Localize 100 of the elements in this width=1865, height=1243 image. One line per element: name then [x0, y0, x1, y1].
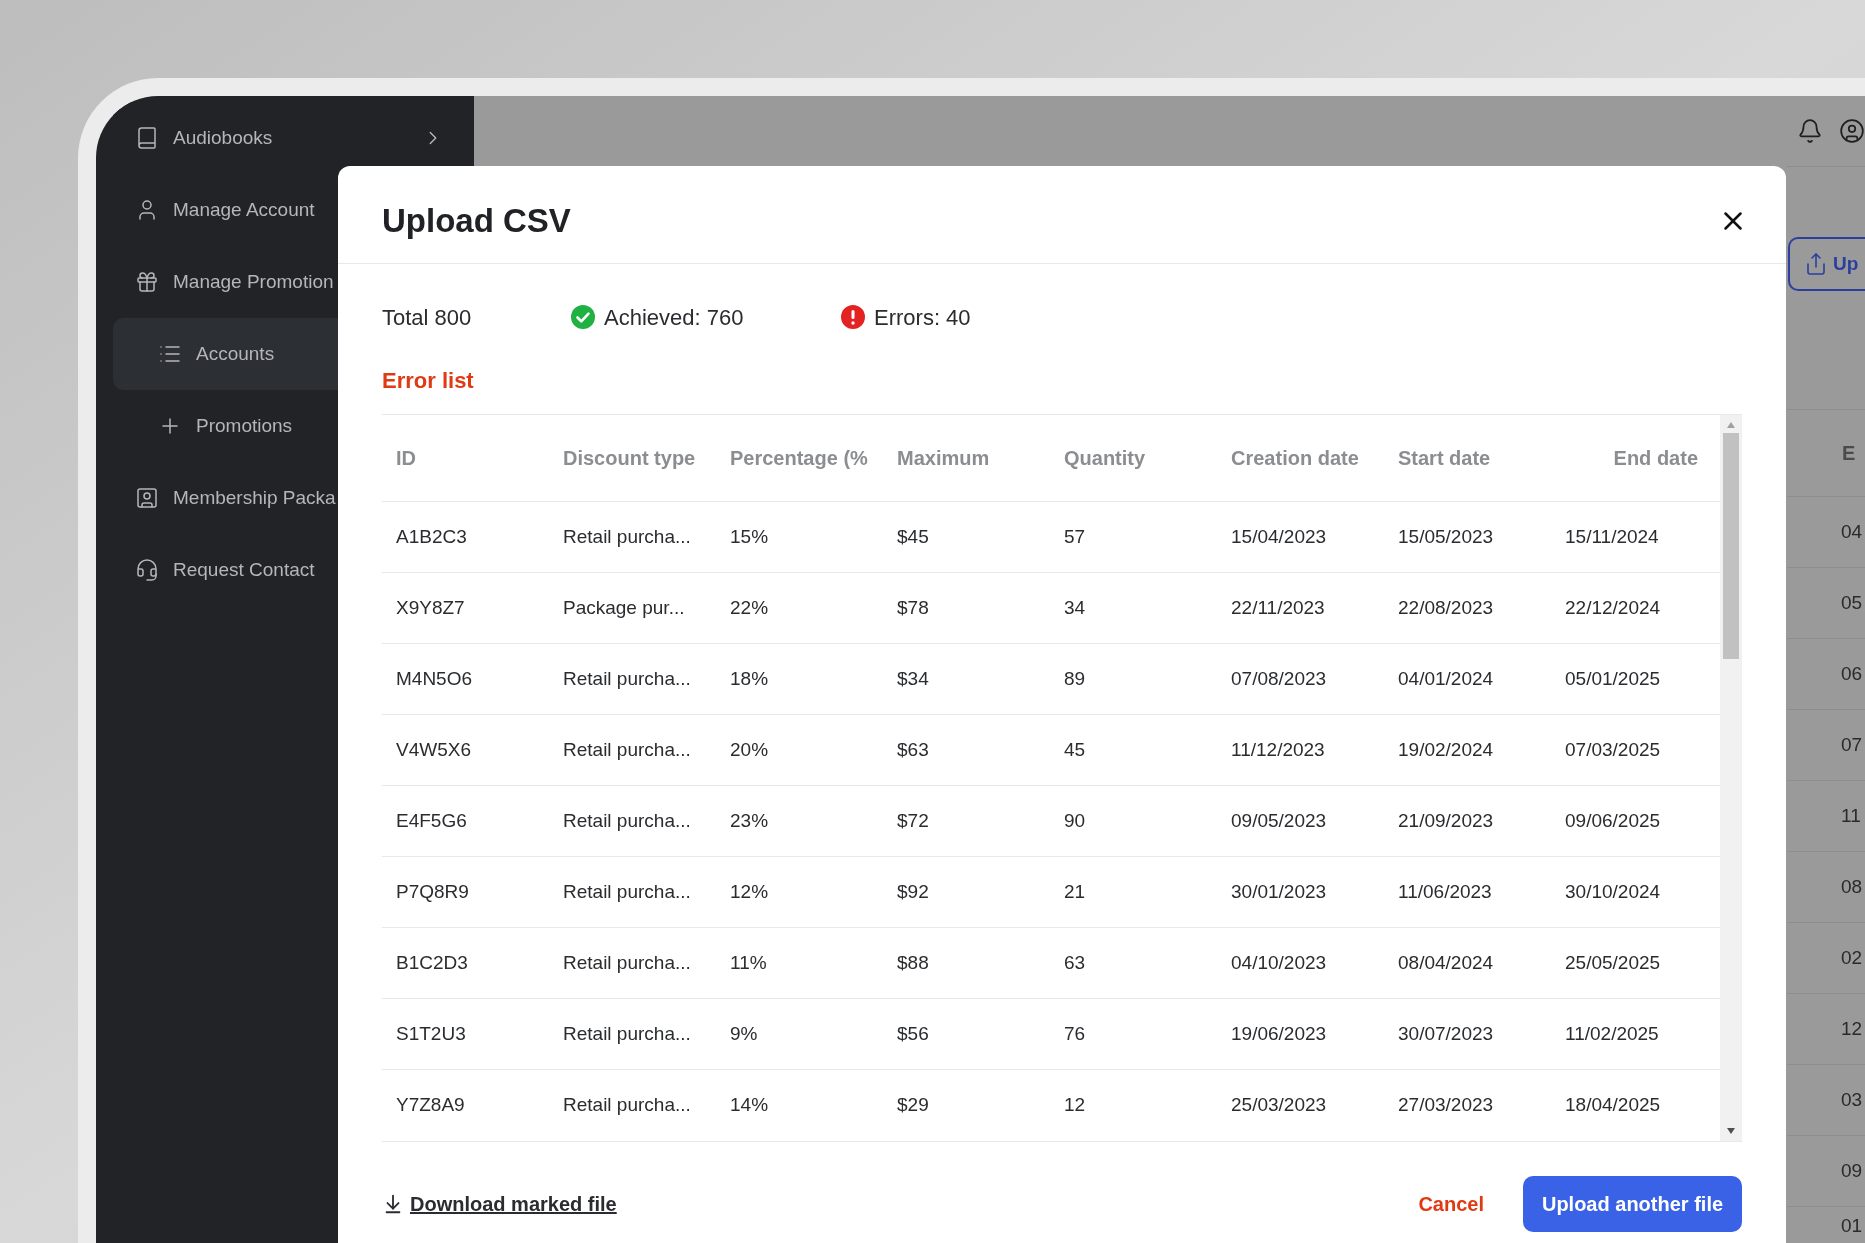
table-cell-text: $63: [896, 737, 930, 762]
table-cell-text: 18%: [729, 666, 770, 691]
table-cell-text: Retail purcha...: [562, 524, 692, 549]
table-cell-text: 07/03/2025: [1564, 737, 1662, 762]
table-cell-text: 19/02/2024: [1397, 737, 1495, 762]
table-cell-text: 21: [1063, 879, 1087, 904]
table-cell-text: 11/02/2025: [1564, 1021, 1660, 1046]
table-cell-text: 12%: [729, 879, 770, 904]
column-header: Discount type: [562, 446, 697, 471]
table-cell-text: 04/01/2024: [1397, 666, 1495, 691]
table-cell-text: Y7Z8A9: [395, 1093, 466, 1118]
column-header: Maximum: [896, 446, 991, 471]
table-cell-text: 9%: [729, 1021, 759, 1046]
table-cell-text: 09/05/2023: [1230, 808, 1328, 833]
table-cell-text: $72: [896, 808, 930, 833]
table-cell-text: 20%: [729, 737, 770, 762]
table-cell-text: 12: [1063, 1093, 1087, 1118]
table-cell-text: $29: [896, 1093, 930, 1118]
table-cell-text: Retail purcha...: [562, 808, 692, 833]
error-icon: [840, 304, 866, 330]
table-cell-text: $34: [896, 666, 930, 691]
table-cell-text: Retail purcha...: [562, 737, 692, 762]
table-cell-text: 57: [1063, 524, 1087, 549]
table-cell-text: 05/01/2025: [1564, 666, 1662, 691]
achieved-count: Achieved: 760: [604, 303, 744, 332]
table-cell-text: 08: [1841, 874, 1863, 899]
gift-icon: [135, 270, 159, 294]
table-cell-text: 25/03/2023: [1230, 1093, 1328, 1118]
upload-icon: [1804, 252, 1828, 276]
table-cell-text: 11/06/2023: [1397, 879, 1493, 904]
table-cell-text: 11: [1841, 803, 1861, 828]
table-cell-text: 90: [1063, 808, 1087, 833]
table-cell-text: 15/05/2023: [1397, 524, 1495, 549]
table-cell-text: 14%: [729, 1093, 770, 1118]
table-cell-text: 03: [1841, 1087, 1863, 1112]
table-cell-text: $45: [896, 524, 930, 549]
table-cell-text: 76: [1063, 1021, 1087, 1046]
scrollbar-thumb[interactable]: [1723, 433, 1739, 659]
table-cell-text: 06: [1841, 661, 1863, 686]
table-cell-text: 22/08/2023: [1397, 595, 1495, 620]
table-cell-text: E4F5G6: [395, 808, 468, 833]
table-cell-text: 21/09/2023: [1397, 808, 1495, 833]
table-cell-text: 25/05/2025: [1564, 950, 1662, 975]
table-cell-text: 11%: [729, 950, 768, 975]
column-header: Creation date: [1230, 446, 1360, 471]
table-cell-text: $92: [896, 879, 930, 904]
column-header: Start date: [1397, 446, 1492, 471]
table-cell-text: 09: [1841, 1158, 1863, 1183]
column-header: End date: [1612, 446, 1699, 471]
table-cell-text: P7Q8R9: [395, 879, 470, 904]
column-header: Percentage (%: [729, 446, 869, 471]
notification-bell-icon[interactable]: [1797, 118, 1823, 144]
table-cell-text: 22%: [729, 595, 770, 620]
download-link[interactable]: Download marked file: [382, 1189, 617, 1219]
table-cell-text: 15/04/2023: [1230, 524, 1328, 549]
table-cell-text: 22/12/2024: [1564, 595, 1662, 620]
upload-button[interactable]: Upload another file: [1523, 1176, 1742, 1232]
user-card-icon: [135, 486, 159, 510]
table-cell-text: 30/10/2024: [1564, 879, 1662, 904]
table-cell-text: 01: [1841, 1214, 1863, 1239]
table-cell-text: B1C2D3: [395, 950, 469, 975]
table-cell-text: Package pur...: [562, 595, 686, 620]
book-icon: [135, 126, 159, 150]
table-cell-text: Retail purcha...: [562, 879, 692, 904]
table-cell-text: Retail purcha...: [562, 950, 692, 975]
table-cell-text: 09/06/2025: [1564, 808, 1662, 833]
error-count: Errors: 40: [874, 303, 971, 332]
table-cell-text: Retail purcha...: [562, 666, 692, 691]
table-cell-text: 15%: [729, 524, 770, 549]
column-header: E: [1842, 441, 1856, 466]
table-cell-text: 22/11/2023: [1230, 595, 1326, 620]
table-cell-text: S1T2U3: [395, 1021, 467, 1046]
table-cell-text: 30/01/2023: [1230, 879, 1328, 904]
table-cell-text: 15/11/2024: [1564, 524, 1660, 549]
table-cell-text: 30/07/2023: [1397, 1021, 1495, 1046]
profile-icon[interactable]: [1839, 118, 1865, 144]
table-cell-text: $88: [896, 950, 930, 975]
table-cell-text: Retail purcha...: [562, 1093, 692, 1118]
scrollbar[interactable]: [1720, 415, 1742, 1141]
table-cell-text: 07/08/2023: [1230, 666, 1328, 691]
table-cell-text: $56: [896, 1021, 930, 1046]
table-cell-text: Retail purcha...: [562, 1021, 692, 1046]
table-cell-text: 23%: [729, 808, 770, 833]
table-cell-text: 89: [1063, 666, 1087, 691]
table-cell-text: 11/12/2023: [1230, 737, 1326, 762]
table-cell-text: V4W5X6: [395, 737, 472, 762]
table-cell-text: $78: [896, 595, 930, 620]
cancel-button[interactable]: Cancel: [1404, 1176, 1498, 1232]
scroll-down-icon[interactable]: [1726, 1127, 1736, 1135]
table-cell-text: 34: [1063, 595, 1087, 620]
table-cell-text: 45: [1063, 737, 1087, 762]
table-cell-text: M4N5O6: [395, 666, 474, 691]
table-cell-text: 63: [1063, 950, 1087, 975]
table-cell-text: 08/04/2024: [1397, 950, 1495, 975]
table-cell-text: 19/06/2023: [1230, 1021, 1328, 1046]
column-header: Quantity: [1063, 446, 1147, 471]
table-cell-text: 27/03/2023: [1397, 1093, 1495, 1118]
table-cell-text: 05: [1841, 590, 1863, 615]
check-icon: [570, 304, 596, 330]
headset-icon: [135, 558, 159, 582]
